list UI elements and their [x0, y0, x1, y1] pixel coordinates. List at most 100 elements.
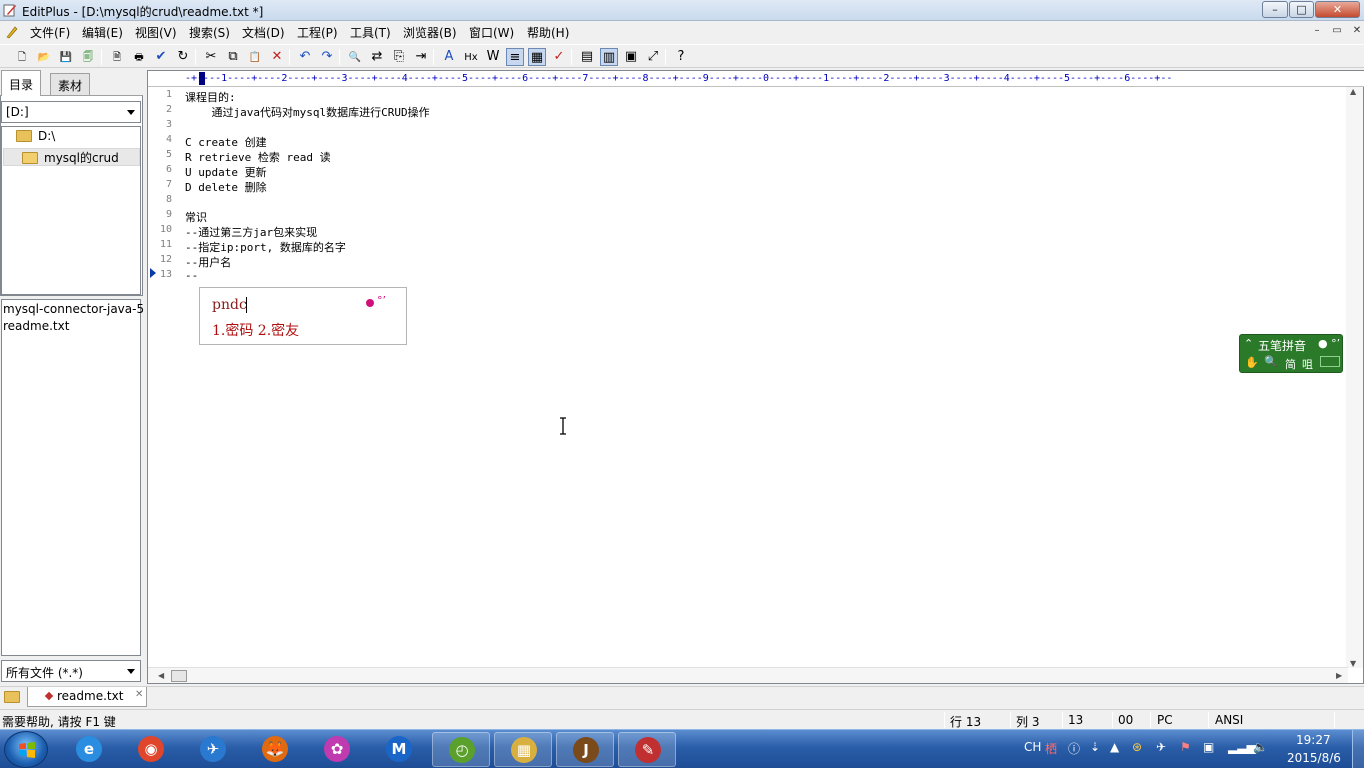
save-button[interactable]: 💾 — [57, 48, 75, 66]
mdi-close-button[interactable]: ✕ — [1350, 25, 1364, 38]
taskbar-app-feiq[interactable]: ✈ — [184, 732, 242, 767]
output-window-button[interactable]: ▣ — [622, 48, 640, 66]
cliptext-button[interactable]: ▤ — [578, 48, 596, 66]
code-line[interactable]: 通过java代码对mysql数据库进行CRUD操作 — [185, 104, 429, 120]
vertical-scrollbar[interactable]: ▲ ▼ — [1346, 87, 1363, 668]
hand-icon[interactable]: ✋ — [1245, 356, 1259, 369]
show-desktop-button[interactable] — [1352, 730, 1364, 768]
goto-line-button[interactable]: ⇥ — [412, 48, 430, 66]
device-icon[interactable]: ▣ — [1203, 740, 1214, 754]
ime-tray-icon[interactable]: 栖 — [1045, 740, 1057, 757]
directory-button[interactable]: ▥ — [600, 48, 618, 66]
taskbar-app-firefox[interactable]: 🦊 — [246, 732, 304, 767]
delete-button[interactable]: ✕ — [268, 48, 286, 66]
scroll-right-icon[interactable]: ▶ — [1336, 671, 1342, 680]
taskbar-app-picasa[interactable]: ✿ — [308, 732, 366, 767]
scroll-down-icon[interactable]: ▼ — [1350, 659, 1356, 668]
menu-help[interactable]: 帮助(H) — [527, 24, 569, 41]
network-tool-icon[interactable]: ✈ — [1156, 740, 1166, 754]
ime-options-icon[interactable]: ⇣ — [1090, 740, 1100, 754]
editor-pane[interactable]: -+----1----+----2----+----3----+----4---… — [147, 70, 1364, 684]
file-filter-select[interactable]: 所有文件 (*.*) — [1, 660, 141, 682]
ime-status-bar[interactable]: ⌃ 五笔拼音 ● °’ ✋ 🔍 简 咀 — [1239, 334, 1343, 373]
collapse-icon[interactable]: ⌃ — [1244, 337, 1253, 350]
scroll-left-icon[interactable]: ◀ — [158, 671, 164, 680]
undo-button[interactable]: ↶ — [296, 48, 314, 66]
start-button[interactable] — [4, 731, 48, 768]
scroll-up-icon[interactable]: ▲ — [1350, 87, 1356, 96]
tab-cliptext[interactable]: 素材 — [50, 73, 91, 95]
spell-check-button[interactable]: ✔ — [152, 48, 170, 66]
file-list[interactable] — [1, 299, 141, 656]
maximize-button[interactable]: □ — [1289, 1, 1314, 18]
new-file-button[interactable]: 🗋 — [13, 48, 31, 66]
code-line[interactable]: U update 更新 — [185, 164, 267, 180]
print-preview-button[interactable]: 🗎 — [108, 48, 126, 66]
code-line[interactable]: 常识 — [185, 209, 207, 225]
simplified-toggle[interactable]: 简 — [1285, 356, 1296, 372]
menu-edit[interactable]: 编辑(E) — [82, 24, 123, 41]
code-line[interactable]: D delete 删除 — [185, 179, 267, 195]
mdi-restore-button[interactable]: ▭ — [1330, 25, 1344, 38]
save-all-button[interactable]: 🗐 — [79, 48, 97, 66]
taskbar-app-editplus[interactable]: ✎ — [618, 732, 676, 767]
fullscreen-button[interactable]: ⤢ — [644, 48, 662, 66]
code-line[interactable]: -- — [185, 269, 198, 282]
document-tab-readme[interactable]: readme.txt ✕ — [27, 687, 147, 707]
redo-button[interactable]: ↷ — [318, 48, 336, 66]
help-icon[interactable]: ⓘ — [1068, 740, 1080, 757]
tree-item-folder-selected[interactable]: mysql的crud — [3, 148, 140, 166]
volume-icon[interactable]: 🔈 — [1253, 740, 1268, 754]
close-button[interactable]: ✕ — [1315, 1, 1360, 18]
paste-button[interactable]: 📋 — [246, 48, 264, 66]
menu-search[interactable]: 搜索(S) — [189, 24, 230, 41]
show-hidden-icons[interactable]: ▲ — [1110, 740, 1119, 754]
code-line[interactable]: 课程目的: — [185, 89, 236, 105]
taskbar-app-chrome[interactable]: ◉ — [122, 732, 180, 767]
horizontal-scroll-thumb[interactable] — [171, 670, 187, 682]
close-tab-icon[interactable]: ✕ — [135, 689, 143, 700]
drive-select[interactable]: [D:] — [1, 101, 141, 123]
open-folder-button[interactable]: 📂 — [35, 48, 53, 66]
tree-item-drive[interactable]: D:\ — [16, 129, 55, 147]
print-button[interactable]: 🖶 — [130, 48, 148, 66]
minimize-button[interactable]: – — [1262, 1, 1288, 18]
ime-mode-label[interactable]: 五笔拼音 — [1258, 337, 1306, 354]
menu-tools[interactable]: 工具(T) — [350, 24, 391, 41]
code-line[interactable]: --指定ip:port, 数据库的名字 — [185, 239, 346, 255]
clock-time[interactable]: 19:27 — [1296, 733, 1331, 747]
refresh-button[interactable]: ↻ — [174, 48, 192, 66]
menu-window[interactable]: 窗口(W) — [469, 24, 514, 41]
html-heading-button[interactable]: Hx — [462, 48, 480, 66]
find-in-files-button[interactable]: ⎘ — [390, 48, 408, 66]
soft-keyboard-icon[interactable] — [1320, 356, 1340, 367]
code-line[interactable]: R retrieve 检索 read 读 — [185, 149, 331, 165]
taskbar-app-explorer[interactable]: ▦ — [494, 732, 552, 767]
font-button[interactable]: A — [440, 48, 458, 66]
tab-directory[interactable]: 目录 — [1, 70, 42, 96]
menu-project[interactable]: 工程(P) — [297, 24, 338, 41]
flag-icon[interactable]: ⚑ — [1180, 740, 1191, 754]
ruler-button[interactable]: ▦ — [528, 48, 546, 66]
line-numbers-button[interactable]: ≡ — [506, 48, 524, 66]
code-line[interactable]: --用户名 — [185, 254, 231, 270]
taskbar-app-alarm-app[interactable]: ◴ — [432, 732, 490, 767]
help-context-button[interactable]: ? — [672, 48, 690, 66]
menu-document[interactable]: 文档(D) — [242, 24, 285, 41]
fullwidth-toggle[interactable]: 咀 — [1302, 356, 1313, 372]
file-item[interactable]: readme.txt — [3, 319, 69, 333]
signal-icon[interactable]: ▂▃▅ — [1228, 740, 1256, 754]
code-line[interactable]: C create 创建 — [185, 134, 267, 150]
mdi-minimize-button[interactable]: – — [1310, 25, 1324, 38]
security-icon[interactable]: ⊛ — [1132, 740, 1142, 754]
find-button[interactable]: 🔍 — [346, 48, 364, 66]
language-indicator[interactable]: CH — [1024, 740, 1041, 754]
taskbar-app-javaee-ide[interactable]: J — [556, 732, 614, 767]
file-item[interactable]: mysql-connector-java-5 — [3, 302, 144, 316]
ime-punct-icon[interactable]: ● °’ — [1318, 337, 1340, 350]
taskbar-app-maxthon[interactable]: M — [370, 732, 428, 767]
taskbar-app-ie[interactable]: e — [60, 732, 118, 767]
replace-button[interactable]: ⇄ — [368, 48, 386, 66]
code-line[interactable]: --通过第三方jar包来实现 — [185, 224, 317, 240]
horizontal-scrollbar[interactable]: ◀ ▶ — [148, 667, 1348, 683]
